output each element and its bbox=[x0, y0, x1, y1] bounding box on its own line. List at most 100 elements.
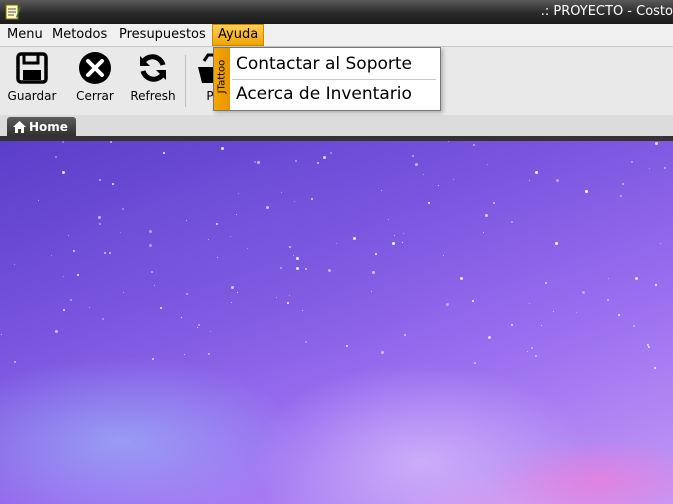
star-decoration bbox=[104, 252, 106, 254]
star-decoration bbox=[51, 255, 52, 256]
tab-home[interactable]: Home bbox=[7, 117, 76, 137]
menu-metodos[interactable]: Metodos bbox=[47, 24, 112, 46]
menu-ayuda[interactable]: Ayuda bbox=[212, 24, 265, 46]
menu-item-acerca-inventario[interactable]: Acerca de Inventario bbox=[236, 84, 412, 104]
star-decoration bbox=[123, 292, 124, 293]
star-decoration bbox=[394, 235, 395, 236]
menu-presupuestos[interactable]: Presupuestos bbox=[114, 24, 211, 46]
star-decoration bbox=[527, 351, 528, 352]
star-decoration bbox=[89, 307, 90, 308]
star-decoration bbox=[381, 190, 382, 191]
star-decoration bbox=[472, 300, 474, 302]
star-decoration bbox=[607, 299, 609, 301]
star-decoration bbox=[198, 324, 200, 326]
star-decoration bbox=[529, 180, 530, 181]
star-decoration bbox=[62, 141, 64, 143]
star-decoration bbox=[323, 156, 326, 159]
ayuda-dropdown-menu: JTattoo Contactar al Soporte Acerca de I… bbox=[213, 47, 441, 111]
star-decoration bbox=[73, 250, 75, 252]
star-decoration bbox=[280, 267, 282, 269]
star-decoration bbox=[293, 255, 294, 256]
star-decoration bbox=[302, 310, 303, 311]
star-decoration bbox=[231, 302, 232, 303]
star-decoration bbox=[412, 155, 414, 157]
star-decoration bbox=[149, 230, 152, 233]
star-decoration bbox=[210, 331, 211, 332]
star-decoration bbox=[531, 347, 533, 349]
window-title: .: PROYECTO - Costo bbox=[540, 4, 673, 19]
star-decoration bbox=[403, 233, 404, 234]
star-decoration bbox=[608, 278, 609, 279]
star-decoration bbox=[99, 179, 101, 181]
close-circle-icon bbox=[79, 52, 111, 84]
star-decoration bbox=[511, 221, 513, 223]
star-decoration bbox=[231, 286, 234, 289]
tab-home-label: Home bbox=[29, 120, 68, 134]
star-decoration bbox=[648, 346, 650, 348]
star-decoration bbox=[473, 144, 475, 146]
window-titlebar: .: PROYECTO - Costo bbox=[0, 0, 673, 24]
star-decoration bbox=[483, 232, 484, 233]
star-decoration bbox=[553, 311, 554, 312]
star-decoration bbox=[493, 202, 495, 204]
star-decoration bbox=[287, 302, 289, 304]
star-decoration bbox=[181, 317, 182, 318]
star-decoration bbox=[254, 161, 256, 163]
menu-item-contactar-soporte[interactable]: Contactar al Soporte bbox=[236, 54, 412, 74]
app-notepad-icon[interactable] bbox=[4, 3, 22, 21]
refresh-label: Refresh bbox=[130, 89, 176, 103]
star-decoration bbox=[622, 183, 624, 185]
star-decoration bbox=[346, 345, 348, 347]
star-decoration bbox=[392, 242, 395, 245]
star-decoration bbox=[415, 163, 418, 166]
star-decoration bbox=[221, 147, 224, 150]
star-decoration bbox=[149, 244, 152, 247]
star-decoration bbox=[14, 264, 15, 265]
star-decoration bbox=[618, 314, 620, 316]
star-decoration bbox=[1, 334, 2, 335]
star-decoration bbox=[474, 362, 476, 364]
star-decoration bbox=[186, 220, 187, 221]
star-decoration bbox=[296, 267, 299, 270]
star-decoration bbox=[555, 242, 558, 245]
star-decoration bbox=[151, 271, 153, 273]
star-decoration bbox=[311, 198, 313, 200]
floppy-disk-icon bbox=[16, 52, 48, 84]
star-decoration bbox=[163, 152, 165, 154]
star-decoration bbox=[353, 237, 356, 240]
star-decoration bbox=[660, 243, 661, 244]
star-decoration bbox=[208, 353, 210, 355]
star-decoration bbox=[375, 253, 377, 255]
star-decoration bbox=[152, 358, 154, 360]
tab-strip: Home bbox=[0, 115, 673, 137]
star-decoration bbox=[98, 216, 101, 219]
star-decoration bbox=[266, 206, 269, 209]
star-decoration bbox=[154, 285, 155, 286]
star-decoration bbox=[237, 292, 238, 293]
guardar-button[interactable]: Guardar bbox=[6, 51, 58, 103]
dropdown-side-strip: JTattoo bbox=[214, 48, 230, 110]
star-decoration bbox=[371, 291, 372, 292]
star-decoration bbox=[122, 208, 124, 210]
toolbar-separator bbox=[185, 55, 186, 107]
star-decoration bbox=[631, 161, 633, 163]
star-decoration bbox=[336, 243, 337, 244]
menu-menu[interactable]: Menu bbox=[2, 24, 48, 46]
star-decoration bbox=[535, 171, 538, 174]
star-decoration bbox=[230, 236, 231, 237]
cerrar-button[interactable]: Cerrar bbox=[72, 51, 118, 103]
star-decoration bbox=[460, 277, 463, 280]
star-decoration bbox=[330, 152, 332, 154]
star-decoration bbox=[404, 334, 406, 336]
star-decoration bbox=[576, 312, 577, 313]
star-decoration bbox=[55, 156, 57, 158]
refresh-button[interactable]: Refresh bbox=[127, 51, 179, 103]
refresh-icon bbox=[140, 54, 166, 82]
star-decoration bbox=[664, 167, 666, 169]
star-decoration bbox=[535, 355, 537, 357]
star-decoration bbox=[184, 354, 185, 355]
star-decoration bbox=[372, 271, 375, 274]
star-decoration bbox=[289, 295, 290, 296]
star-decoration bbox=[289, 246, 291, 248]
star-decoration bbox=[236, 214, 237, 215]
